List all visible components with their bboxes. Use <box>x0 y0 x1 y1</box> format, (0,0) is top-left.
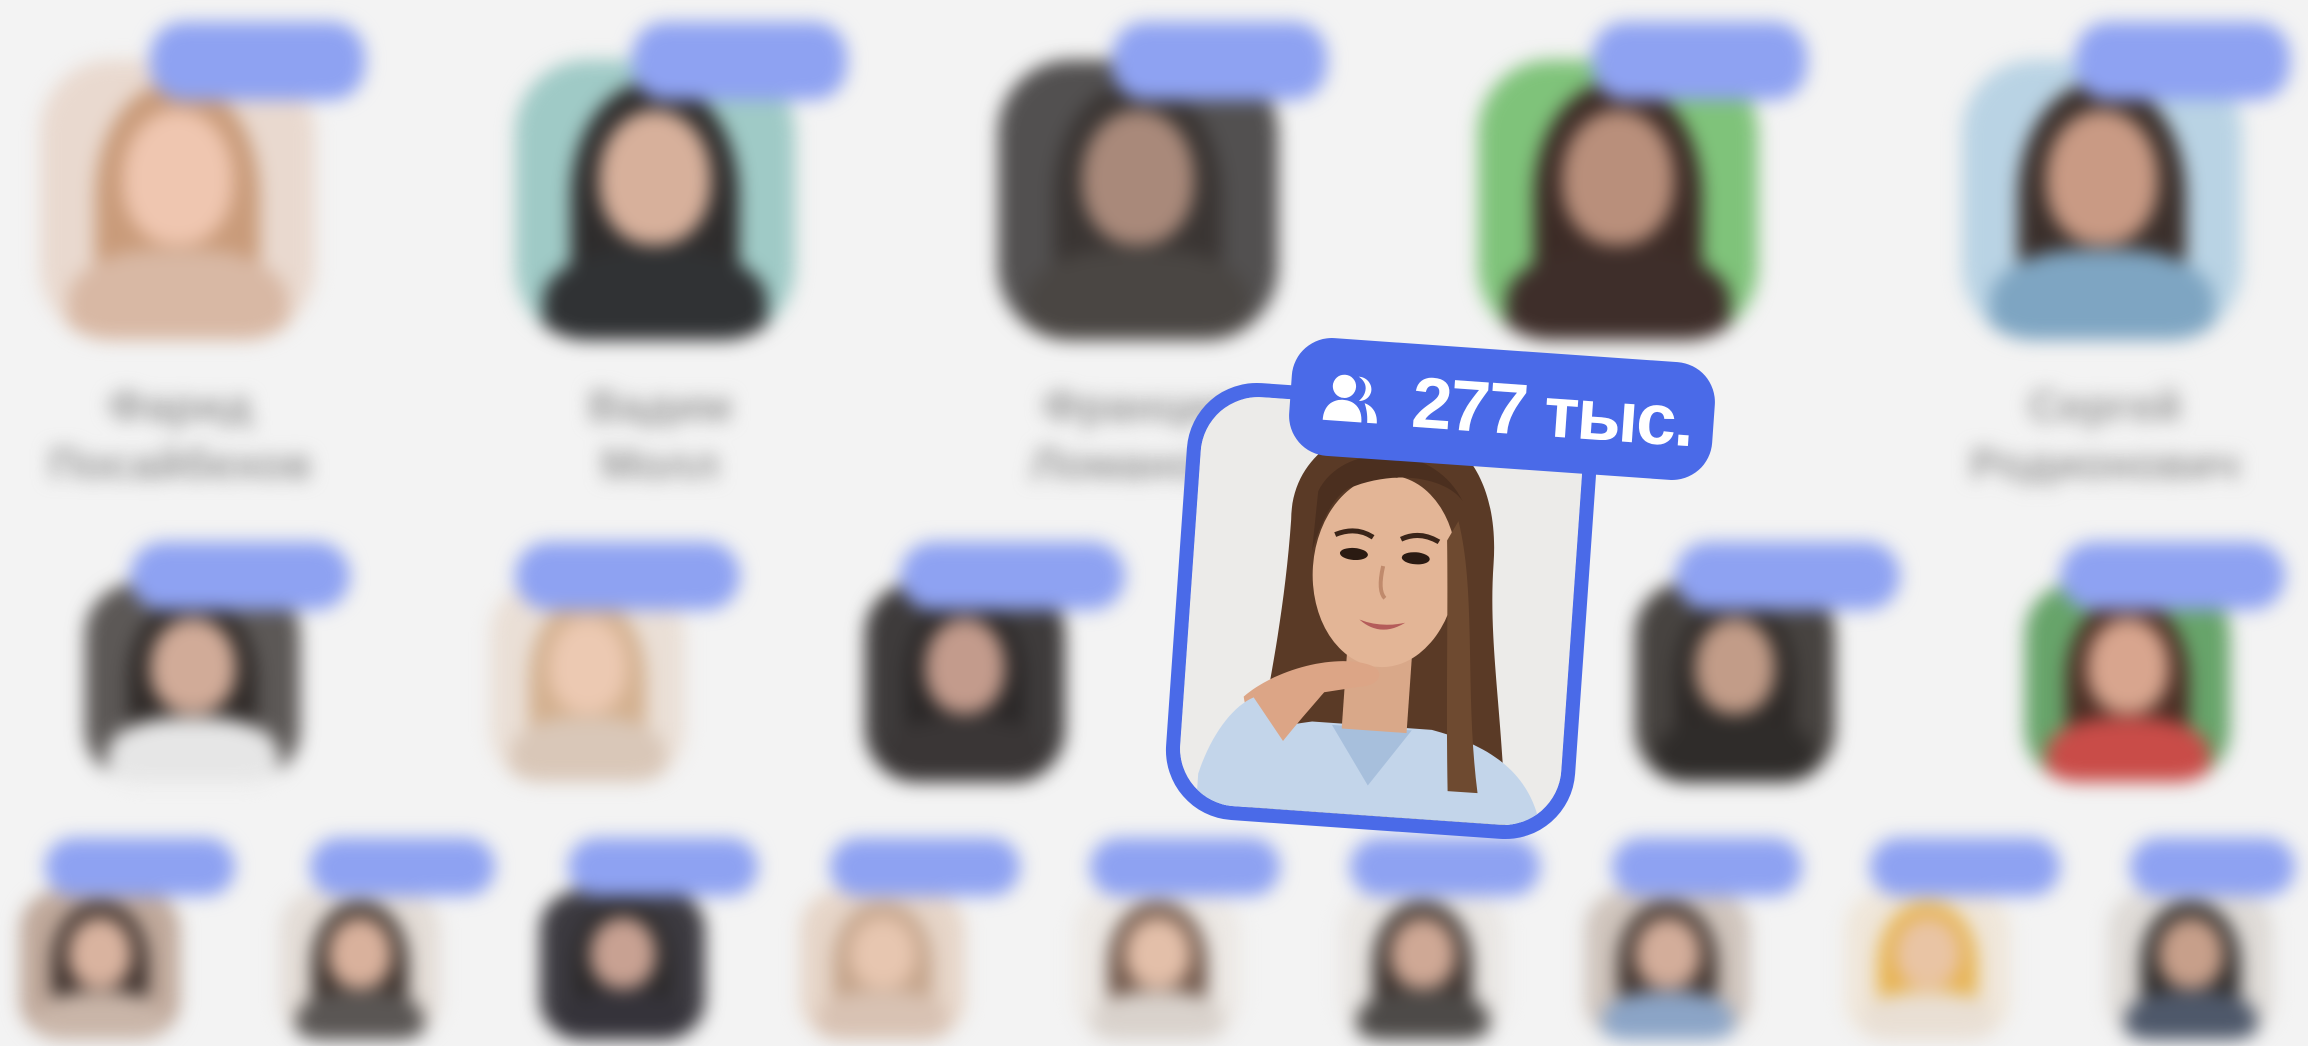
subscriber-badge <box>1350 838 1540 896</box>
profile-card[interactable] <box>2025 582 2230 782</box>
subscriber-badge <box>150 22 365 100</box>
subscriber-badge <box>2060 542 2285 610</box>
profile-card[interactable] <box>800 890 965 1040</box>
subscriber-badge <box>830 838 1020 896</box>
subscriber-badge <box>45 838 235 896</box>
subscriber-badge <box>2075 22 2290 100</box>
profile-card[interactable] <box>40 60 315 340</box>
profile-card[interactable] <box>515 60 795 340</box>
profile-name: Сергей Родионович <box>1970 382 2240 489</box>
subscriber-badge <box>1870 838 2060 896</box>
subscriber-badge <box>310 838 495 896</box>
app-canvas: Фарид Посайбехов Вадим Молл Франция Лома… <box>0 0 2308 1046</box>
profile-card[interactable] <box>20 890 180 1040</box>
profile-card[interactable] <box>1478 60 1758 340</box>
subscriber-badge <box>1112 22 1327 100</box>
profile-card[interactable] <box>85 582 300 782</box>
subscriber-badge <box>1090 838 1280 896</box>
subscriber-badge <box>515 542 740 610</box>
blurred-profile-grid: Фарид Посайбехов Вадим Молл Франция Лома… <box>0 0 2308 1046</box>
profile-card[interactable] <box>2108 890 2273 1040</box>
profile-name: Вадим Молл <box>588 382 732 489</box>
subscriber-badge <box>632 22 847 100</box>
subscriber-badge <box>1612 838 1802 896</box>
subscriber-badge <box>130 542 350 610</box>
subscriber-count: 277 тыс. <box>1409 362 1696 463</box>
subscriber-badge <box>1592 22 1807 100</box>
profile-card[interactable] <box>1075 890 1240 1040</box>
profile-card[interactable] <box>1585 890 1750 1040</box>
profile-name: Фарид Посайбехов <box>48 382 312 489</box>
profile-card[interactable] <box>1635 582 1835 782</box>
profile-card[interactable] <box>280 890 440 1040</box>
profile-card[interactable] <box>998 60 1278 340</box>
subscriber-badge <box>1675 542 1900 610</box>
users-icon <box>1322 374 1377 424</box>
profile-card[interactable] <box>1340 890 1505 1040</box>
profile-card[interactable] <box>1845 890 2010 1040</box>
profile-card[interactable] <box>540 890 705 1040</box>
subscriber-badge <box>568 838 758 896</box>
profile-card[interactable] <box>865 582 1065 782</box>
profile-card[interactable] <box>490 582 685 782</box>
profile-card[interactable] <box>1962 60 2242 340</box>
subscriber-badge <box>2130 838 2295 896</box>
subscriber-badge <box>900 542 1125 610</box>
